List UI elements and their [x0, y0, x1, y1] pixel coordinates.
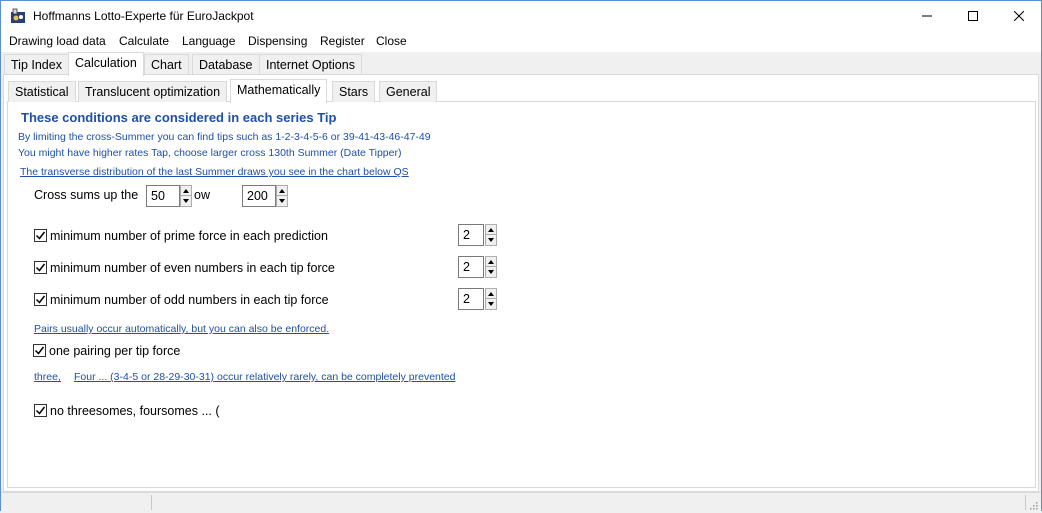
pairing-checkbox[interactable]: [33, 344, 46, 357]
prime-spinner[interactable]: [485, 224, 497, 246]
menu-language[interactable]: Language: [182, 34, 235, 48]
spinner-down-icon[interactable]: [181, 196, 191, 206]
title-bar: Hoffmanns Lotto-Experte für EuroJackpot: [1, 1, 1041, 31]
spinner-up-icon[interactable]: [486, 225, 496, 235]
maximize-button[interactable]: [950, 1, 996, 31]
tab-translucent-optimization[interactable]: Translucent optimization: [78, 81, 228, 102]
tab-database[interactable]: Database: [192, 54, 260, 75]
menu-dispensing[interactable]: Dispensing: [248, 34, 307, 48]
even-input[interactable]: 2: [458, 256, 484, 278]
cross-sums-label: Cross sums up the: [34, 188, 139, 202]
menu-bar: Drawing load data Calculate Language Dis…: [1, 31, 1041, 52]
cross-sums-to-spinner[interactable]: [276, 185, 288, 207]
check-icon: [35, 231, 46, 240]
cross-sums-to-label: ow: [194, 188, 210, 202]
three-link[interactable]: three,: [34, 371, 61, 383]
even-label: minimum number of even numbers in each t…: [50, 261, 335, 275]
status-bar: [1, 492, 1041, 511]
menu-close[interactable]: Close: [376, 34, 407, 48]
section-heading: These conditions are considered in each …: [21, 110, 337, 125]
menu-drawing-load-data[interactable]: Drawing load data: [9, 34, 106, 48]
spinner-down-icon[interactable]: [486, 267, 496, 277]
menu-register[interactable]: Register: [320, 34, 365, 48]
tab-chart[interactable]: Chart: [144, 54, 189, 75]
odd-checkbox[interactable]: [34, 293, 47, 306]
minimize-icon: [922, 15, 932, 17]
minimize-button[interactable]: [904, 1, 950, 31]
spinner-up-icon[interactable]: [277, 186, 287, 196]
maximize-icon: [968, 11, 978, 21]
check-icon: [34, 346, 45, 355]
check-icon: [35, 263, 46, 272]
cross-sums-from-input[interactable]: 50: [146, 185, 180, 207]
tab-tip-index[interactable]: Tip Index: [4, 54, 69, 75]
even-checkbox[interactable]: [34, 261, 47, 274]
four-link[interactable]: Four ... (3-4-5 or 28-29-30-31) occur re…: [74, 371, 455, 383]
cross-sums-to-input[interactable]: 200: [242, 185, 276, 207]
main-tab-row: Tip Index Calculation Chart Database Int…: [1, 52, 1041, 76]
spinner-up-icon[interactable]: [486, 289, 496, 299]
pairs-link[interactable]: Pairs usually occur automatically, but y…: [34, 323, 329, 335]
tab-general[interactable]: General: [379, 81, 438, 102]
info-text-2: You might have higher rates Tap, choose …: [18, 147, 402, 159]
close-icon: [1014, 11, 1024, 21]
even-spinner[interactable]: [485, 256, 497, 278]
tab-statistical[interactable]: Statistical: [8, 81, 76, 102]
close-window-button[interactable]: [996, 1, 1042, 31]
threesomes-label: no threesomes, foursomes ... (: [50, 404, 220, 418]
app-icon: [10, 8, 26, 24]
sub-tab-row: Statistical Translucent optimization Mat…: [1, 79, 1041, 103]
tab-internet-options[interactable]: Internet Options: [259, 54, 362, 75]
odd-input[interactable]: 2: [458, 288, 484, 310]
tab-calculation[interactable]: Calculation: [68, 52, 144, 76]
resize-grip-icon[interactable]: [1028, 499, 1038, 510]
spinner-up-icon[interactable]: [181, 186, 191, 196]
status-separator: [151, 495, 152, 510]
cross-sums-from-spinner[interactable]: [180, 185, 192, 207]
tab-mathematically[interactable]: Mathematically: [230, 79, 328, 103]
menu-calculate[interactable]: Calculate: [119, 34, 169, 48]
threesomes-checkbox[interactable]: [34, 404, 47, 417]
window-title: Hoffmanns Lotto-Experte für EuroJackpot: [33, 9, 254, 23]
spinner-down-icon[interactable]: [486, 235, 496, 245]
prime-input[interactable]: 2: [458, 224, 484, 246]
spinner-down-icon[interactable]: [486, 299, 496, 309]
tab-stars[interactable]: Stars: [332, 81, 376, 102]
app-window: Hoffmanns Lotto-Experte für EuroJackpot …: [0, 0, 1042, 511]
distribution-link[interactable]: The transverse distribution of the last …: [20, 166, 409, 178]
status-separator: [1025, 495, 1026, 510]
prime-checkbox[interactable]: [34, 229, 47, 242]
pairing-label: one pairing per tip force: [49, 344, 181, 358]
prime-label: minimum number of prime force in each pr…: [50, 229, 328, 243]
check-icon: [35, 295, 46, 304]
odd-spinner[interactable]: [485, 288, 497, 310]
spinner-down-icon[interactable]: [277, 196, 287, 206]
check-icon: [35, 406, 46, 415]
odd-label: minimum number of odd numbers in each ti…: [50, 293, 329, 307]
info-text-1: By limiting the cross-Summer you can fin…: [18, 131, 431, 143]
spinner-up-icon[interactable]: [486, 257, 496, 267]
